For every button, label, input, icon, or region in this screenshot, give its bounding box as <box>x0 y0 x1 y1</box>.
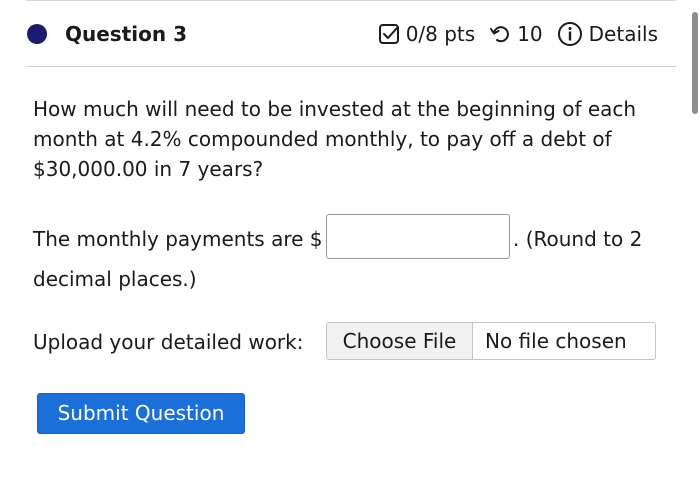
header-divider <box>26 66 676 67</box>
info-icon[interactable] <box>557 21 583 47</box>
answer-suffix: . (Round to 2 <box>513 227 643 251</box>
checkbox-icon <box>378 23 400 45</box>
question-title: Question 3 <box>65 22 187 46</box>
question-header: Question 3 0/8 pts 10 Details <box>0 14 676 58</box>
retry-icon <box>489 23 511 45</box>
choose-file-button[interactable]: Choose File <box>327 323 473 359</box>
answer-suffix-continued: decimal places.) <box>33 267 197 291</box>
status-dot-icon <box>27 24 47 44</box>
details-link[interactable]: Details <box>589 20 658 48</box>
question-meta: 0/8 pts 10 Details <box>378 20 658 48</box>
submit-question-button[interactable]: Submit Question <box>37 393 245 434</box>
answer-prefix: The monthly payments are $ <box>33 227 323 251</box>
scrollbar-thumb[interactable] <box>692 12 698 114</box>
top-divider <box>26 0 676 1</box>
file-status-text: No file chosen <box>485 329 627 353</box>
points-text: 0/8 pts <box>405 22 476 46</box>
question-text: How much will need to be invested at the… <box>33 97 637 181</box>
file-upload-widget[interactable]: Choose File No file chosen <box>326 322 656 360</box>
upload-label: Upload your detailed work: <box>33 330 304 354</box>
answer-input[interactable] <box>326 214 510 259</box>
attempts-text: 10 <box>517 22 543 46</box>
